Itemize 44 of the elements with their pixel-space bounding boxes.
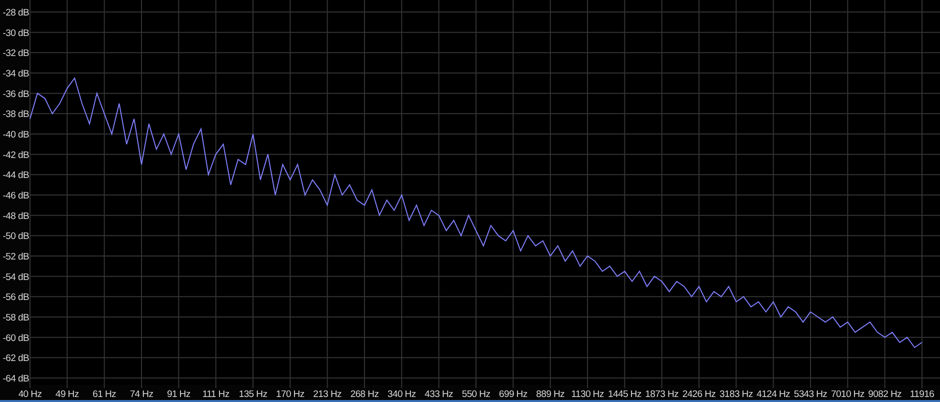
x-tick-label: 433 Hz — [424, 389, 453, 400]
x-tick-label: 74 Hz — [130, 389, 154, 400]
y-tick-label: -56 dB — [2, 292, 29, 304]
x-tick-label: 9082 Hz — [868, 389, 902, 400]
y-tick-label: -36 dB — [2, 88, 29, 100]
x-tick-label: 2426 Hz — [682, 389, 716, 400]
x-tick-label: 3183 Hz — [720, 389, 753, 400]
y-tick-label: -42 dB — [2, 150, 29, 161]
x-tick-label: 170 Hz — [276, 389, 304, 400]
y-tick-label: -50 dB — [2, 231, 29, 242]
y-tick-label: -46 dB — [2, 190, 29, 202]
y-tick-label: -34 dB — [2, 68, 29, 80]
x-tick-label: 213 Hz — [313, 389, 342, 400]
x-tick-label: 91 Hz — [167, 389, 190, 400]
y-tick-label: -48 dB — [2, 210, 29, 222]
y-tick-label: -64 dB — [2, 374, 29, 384]
x-tick-label: 268 Hz — [350, 389, 379, 400]
x-tick-label: 49 Hz — [56, 389, 79, 400]
y-tick-label: -44 dB — [2, 170, 29, 182]
y-tick-label: -58 dB — [2, 312, 29, 324]
x-tick-label: 699 Hz — [499, 389, 528, 400]
y-tick-label: -38 dB — [2, 109, 29, 120]
x-tick-label: 4124 Hz — [756, 389, 790, 400]
x-tick-label: 550 Hz — [462, 389, 490, 400]
x-tick-label: 61 Hz — [92, 389, 116, 400]
x-tick-label: 1445 Hz — [608, 389, 642, 400]
y-tick-label: -40 dB — [2, 130, 29, 140]
x-tick-label: 111 Hz — [202, 389, 230, 400]
x-tick-label: 340 Hz — [388, 389, 416, 400]
x-tick-label: 40 Hz — [18, 389, 42, 400]
y-tick-label: -30 dB — [2, 28, 29, 39]
y-tick-label: -32 dB — [2, 48, 29, 60]
x-tick-label: 889 Hz — [536, 389, 564, 400]
y-tick-label: -62 dB — [2, 353, 29, 364]
y-tick-label: -60 dB — [2, 332, 29, 344]
y-tick-label: -52 dB — [2, 252, 29, 262]
y-tick-label: -54 dB — [2, 272, 29, 283]
y-tick-label: -28 dB — [2, 8, 29, 18]
x-tick-label: 1130 Hz — [571, 389, 604, 400]
x-tick-label: 7010 Hz — [831, 389, 864, 400]
x-tick-label: 1873 Hz — [645, 389, 678, 400]
x-tick-label: 11916 — [910, 389, 934, 400]
x-tick-label: 135 Hz — [238, 389, 268, 400]
x-tick-label: 5343 Hz — [794, 389, 828, 400]
